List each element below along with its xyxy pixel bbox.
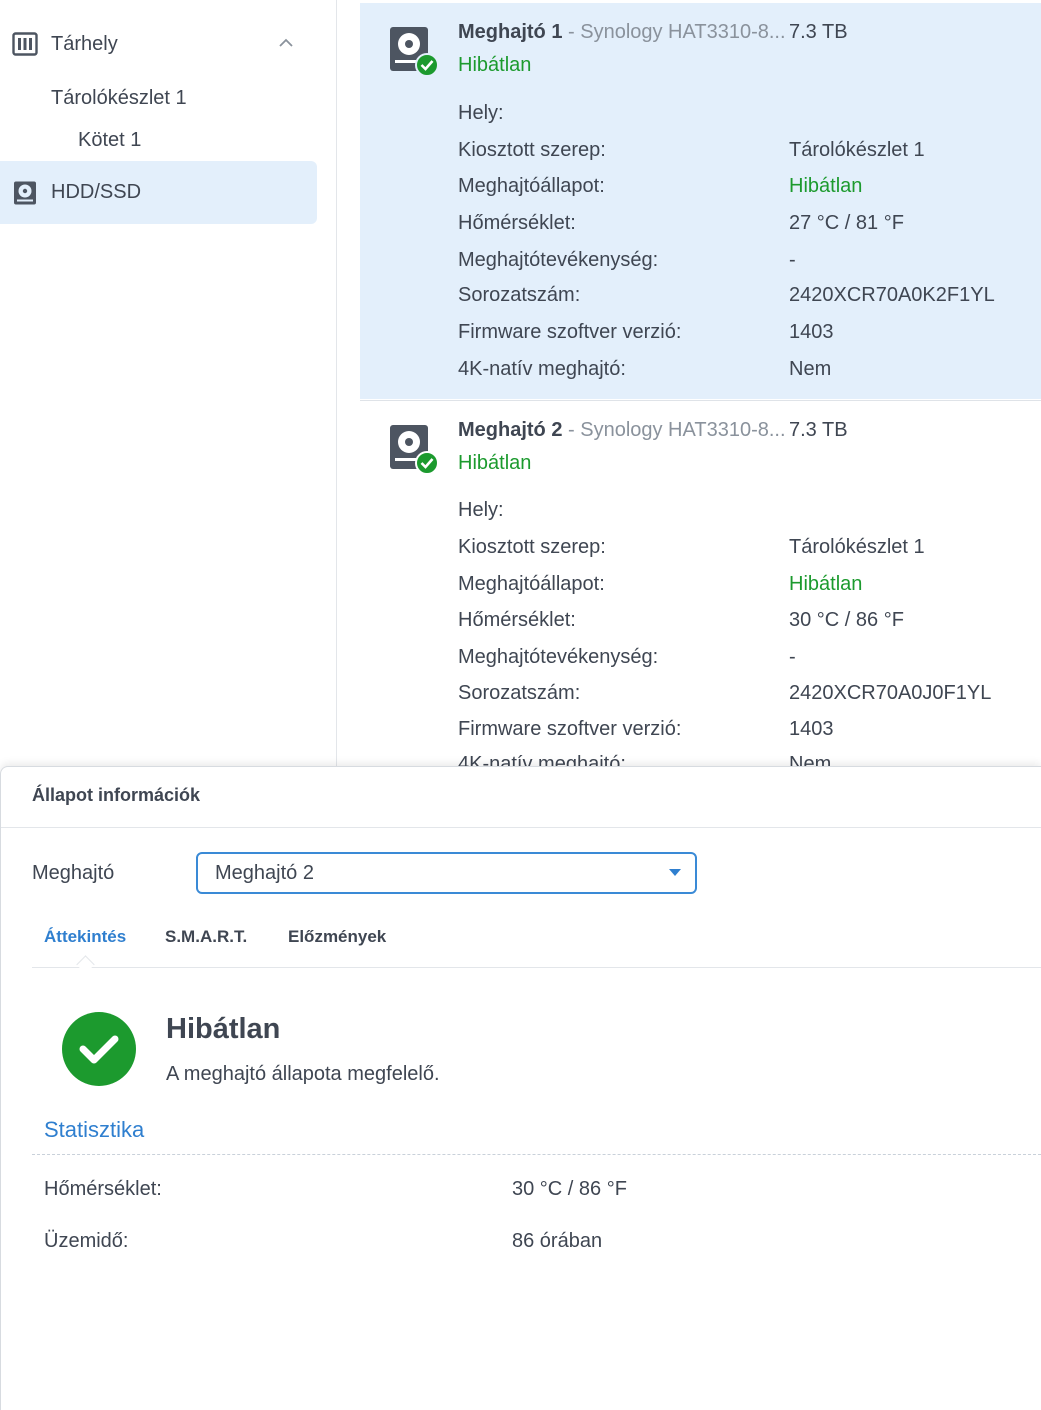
drive-select-label: Meghajtó <box>32 862 115 884</box>
sidebar-item-storage[interactable]: Tárhely <box>12 28 302 60</box>
stat-temperature-label: Hőmérséklet: <box>44 1178 162 1200</box>
temperature-label: Hőmérséklet: <box>458 609 576 631</box>
serial-label: Sorozatszám: <box>458 682 581 704</box>
temperature-value: 30 °C / 86 °F <box>789 609 904 631</box>
statistics-heading: Statisztika <box>44 1117 145 1142</box>
role-label: Kiosztott szerep: <box>458 536 606 558</box>
stat-uptime-label: Üzemidő: <box>44 1230 129 1252</box>
tab-history[interactable]: Előzmények <box>288 927 386 947</box>
drive-size: 7.3 TB <box>789 419 848 441</box>
drive-status: Hibátlan <box>458 54 532 76</box>
firmware-label: Firmware szoftver verzió: <box>458 718 682 740</box>
state-value: Hibátlan <box>789 175 863 197</box>
native-4k-value: Nem <box>789 358 832 380</box>
active-tab-indicator <box>76 955 95 974</box>
activity-value: - <box>789 646 796 668</box>
state-value: Hibátlan <box>789 573 863 595</box>
sidebar-item-volume[interactable]: Kötet 1 <box>78 126 141 154</box>
activity-value: - <box>789 249 796 271</box>
caret-down-icon <box>669 869 681 876</box>
tab-bar: Áttekintés S.M.A.R.T. Előzmények <box>32 927 1041 974</box>
drive-healthy-icon <box>390 423 439 475</box>
role-label: Kiosztott szerep: <box>458 139 606 161</box>
sidebar: Tárhely Tárolókészlet 1 Kötet 1 HDD/SSD <box>0 0 337 766</box>
health-status-title: Hibátlan <box>166 1013 281 1045</box>
hdd-icon <box>12 180 38 206</box>
drive-size: 7.3 TB <box>789 21 848 43</box>
sidebar-item-hdd-ssd[interactable]: HDD/SSD <box>0 161 317 224</box>
serial-label: Sorozatszám: <box>458 284 581 306</box>
drive-select[interactable]: Meghajtó 2 <box>196 852 697 894</box>
sidebar-item-storage-pool[interactable]: Tárolókészlet 1 <box>51 84 187 112</box>
drive-list: Meghajtó 1 - Synology HAT3310-8... 7.3 T… <box>360 0 1041 766</box>
drive-card[interactable]: Meghajtó 1 - Synology HAT3310-8... 7.3 T… <box>360 3 1041 399</box>
activity-label: Meghajtótevékenység: <box>458 249 659 271</box>
temperature-value: 27 °C / 81 °F <box>789 212 904 234</box>
status-info-dialog: Állapot információk Meghajtó Meghajtó 2 … <box>0 766 1041 1410</box>
drive-card[interactable]: Meghajtó 2 - Synology HAT3310-8... 7.3 T… <box>360 400 1041 766</box>
native-4k-label: 4K-natív meghajtó: <box>458 753 626 766</box>
serial-value: 2420XCR70A0K2F1YL <box>789 284 995 306</box>
divider <box>1 827 1041 828</box>
temperature-label: Hőmérséklet: <box>458 212 576 234</box>
role-value: Tárolókészlet 1 <box>789 536 925 558</box>
sidebar-item-label: Tárhely <box>51 32 118 55</box>
state-label: Meghajtóállapot: <box>458 573 605 595</box>
drive-name: Meghajtó 1 - Synology HAT3310-8... <box>458 21 786 43</box>
dialog-title: Állapot információk <box>32 785 201 805</box>
activity-label: Meghajtótevékenység: <box>458 646 659 668</box>
drive-status: Hibátlan <box>458 452 532 474</box>
health-status-description: A meghajtó állapota megfelelő. <box>166 1063 440 1085</box>
stat-temperature-value: 30 °C / 86 °F <box>512 1178 627 1200</box>
check-circle-icon <box>62 1012 136 1086</box>
firmware-label: Firmware szoftver verzió: <box>458 321 682 343</box>
chevron-up-icon[interactable] <box>278 34 294 57</box>
stat-uptime-value: 86 órában <box>512 1230 603 1252</box>
storage-icon <box>12 31 38 57</box>
native-4k-label: 4K-natív meghajtó: <box>458 358 626 380</box>
serial-value: 2420XCR70A0J0F1YL <box>789 682 992 704</box>
sidebar-item-label: HDD/SSD <box>51 181 142 203</box>
firmware-value: 1403 <box>789 321 834 343</box>
state-label: Meghajtóállapot: <box>458 175 605 197</box>
location-label: Hely: <box>458 102 504 124</box>
divider <box>32 1154 1041 1155</box>
tab-overview[interactable]: Áttekintés <box>44 927 126 947</box>
firmware-value: 1403 <box>789 718 834 740</box>
tab-smart[interactable]: S.M.A.R.T. <box>165 927 247 947</box>
drive-name: Meghajtó 2 - Synology HAT3310-8... <box>458 419 786 441</box>
sidebar-item-label: Tárolókészlet 1 <box>51 86 187 109</box>
location-label: Hely: <box>458 499 504 521</box>
drive-select-value: Meghajtó 2 <box>215 861 314 884</box>
role-value: Tárolókészlet 1 <box>789 139 925 161</box>
native-4k-value: Nem <box>789 753 832 766</box>
drive-healthy-icon <box>390 25 439 77</box>
sidebar-item-label: Kötet 1 <box>78 128 142 151</box>
